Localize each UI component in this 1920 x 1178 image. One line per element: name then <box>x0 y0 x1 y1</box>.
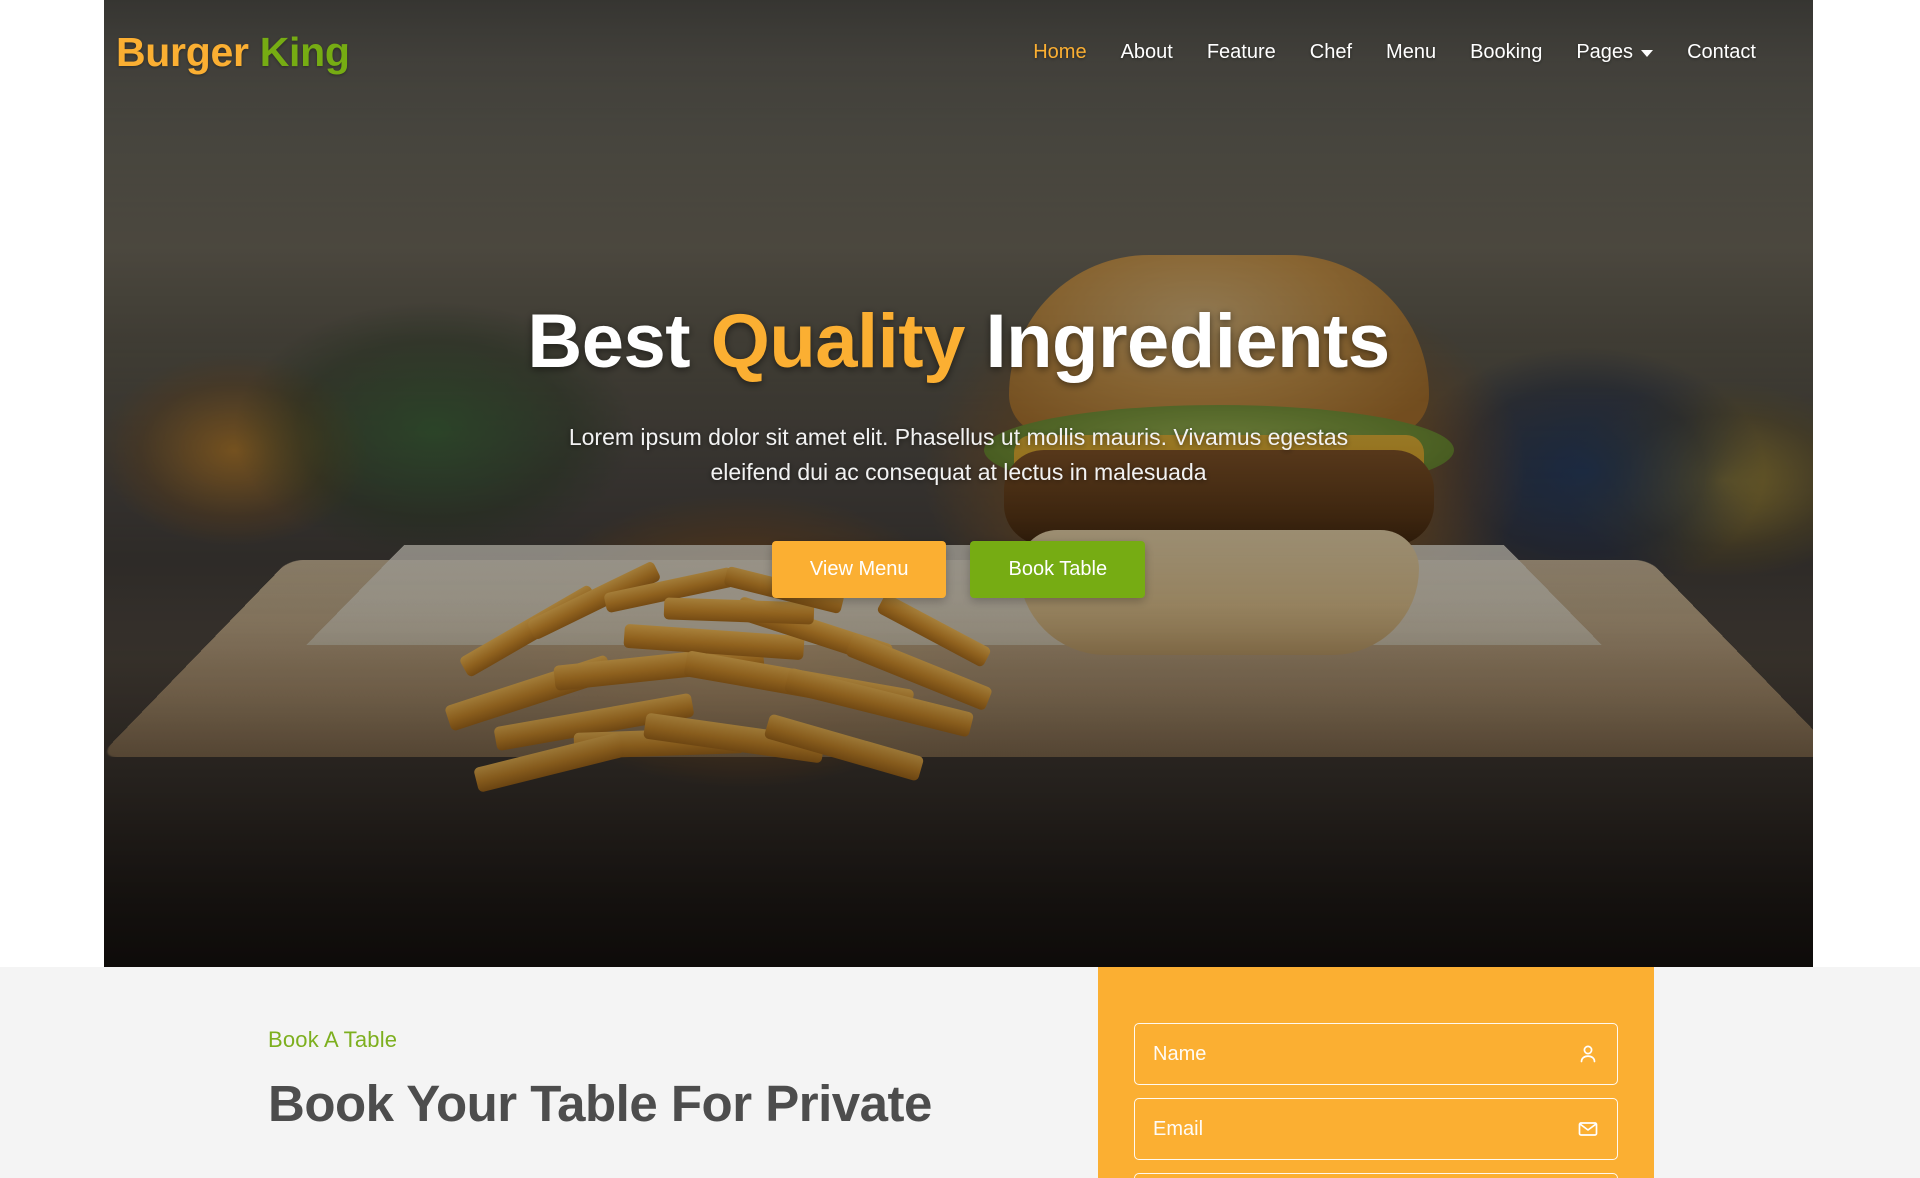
name-field-placeholder: Name <box>1153 1043 1206 1066</box>
nav-item-label: Contact <box>1687 41 1756 63</box>
hero-title-highlight: Quality <box>711 299 965 384</box>
nav-item-label: Home <box>1033 41 1086 63</box>
envelope-icon <box>1577 1118 1599 1140</box>
nav-item-label: Chef <box>1310 41 1352 63</box>
book-table-button[interactable]: Book Table <box>970 541 1145 598</box>
hero-title: Best Quality Ingredients <box>104 300 1813 384</box>
name-field[interactable]: Name <box>1134 1023 1618 1085</box>
booking-form-panel: Name Email <box>1098 967 1654 1178</box>
chevron-down-icon <box>1641 50 1653 57</box>
hero-section: Burger King Home About Feature Chef Menu Book… <box>104 0 1813 967</box>
hero-title-part-2: Ingredients <box>965 299 1390 384</box>
hero-title-part-1: Best <box>527 299 710 384</box>
nav-item-booking[interactable]: Booking <box>1453 33 1559 72</box>
nav-item-pages[interactable]: Pages <box>1559 33 1670 72</box>
email-field-placeholder: Email <box>1153 1118 1203 1141</box>
hero-content: Best Quality Ingredients Lorem ipsum dol… <box>104 300 1813 598</box>
nav-item-home[interactable]: Home <box>1016 33 1103 72</box>
nav-item-chef[interactable]: Chef <box>1293 33 1369 72</box>
nav-links: Home About Feature Chef Menu Booking Pages Cont… <box>1016 33 1813 72</box>
hero-subtitle: Lorem ipsum dolor sit amet elit. Phasell… <box>549 420 1369 491</box>
nav-item-label: Feature <box>1207 41 1276 63</box>
brand-logo-part-1: Burger <box>116 29 249 75</box>
view-menu-button[interactable]: View Menu <box>772 541 947 598</box>
brand-logo[interactable]: Burger King <box>116 29 350 76</box>
nav-item-label: Pages <box>1576 41 1633 64</box>
nav-item-label: About <box>1121 41 1173 63</box>
nav-item-label: Menu <box>1386 41 1436 63</box>
nav-item-menu[interactable]: Menu <box>1369 33 1453 72</box>
nav-item-about[interactable]: About <box>1104 33 1190 72</box>
booking-text-block: Book A Table Book Your Table For Private <box>268 1027 1028 1134</box>
booking-section: Book A Table Book Your Table For Private… <box>0 967 1920 1178</box>
hero-action-buttons: View Menu Book Table <box>104 541 1813 598</box>
user-icon <box>1577 1043 1599 1065</box>
third-field[interactable] <box>1134 1173 1618 1178</box>
nav-item-label: Booking <box>1470 41 1542 63</box>
page-root: Burger King Home About Feature Chef Menu Book… <box>0 0 1920 1178</box>
booking-eyebrow: Book A Table <box>268 1027 1028 1053</box>
nav-item-contact[interactable]: Contact <box>1670 33 1773 72</box>
booking-heading: Book Your Table For Private <box>268 1075 1028 1134</box>
brand-logo-part-2: King <box>260 29 350 75</box>
email-field[interactable]: Email <box>1134 1098 1618 1160</box>
nav-item-feature[interactable]: Feature <box>1190 33 1293 72</box>
main-navbar: Burger King Home About Feature Chef Menu Book… <box>104 0 1813 104</box>
